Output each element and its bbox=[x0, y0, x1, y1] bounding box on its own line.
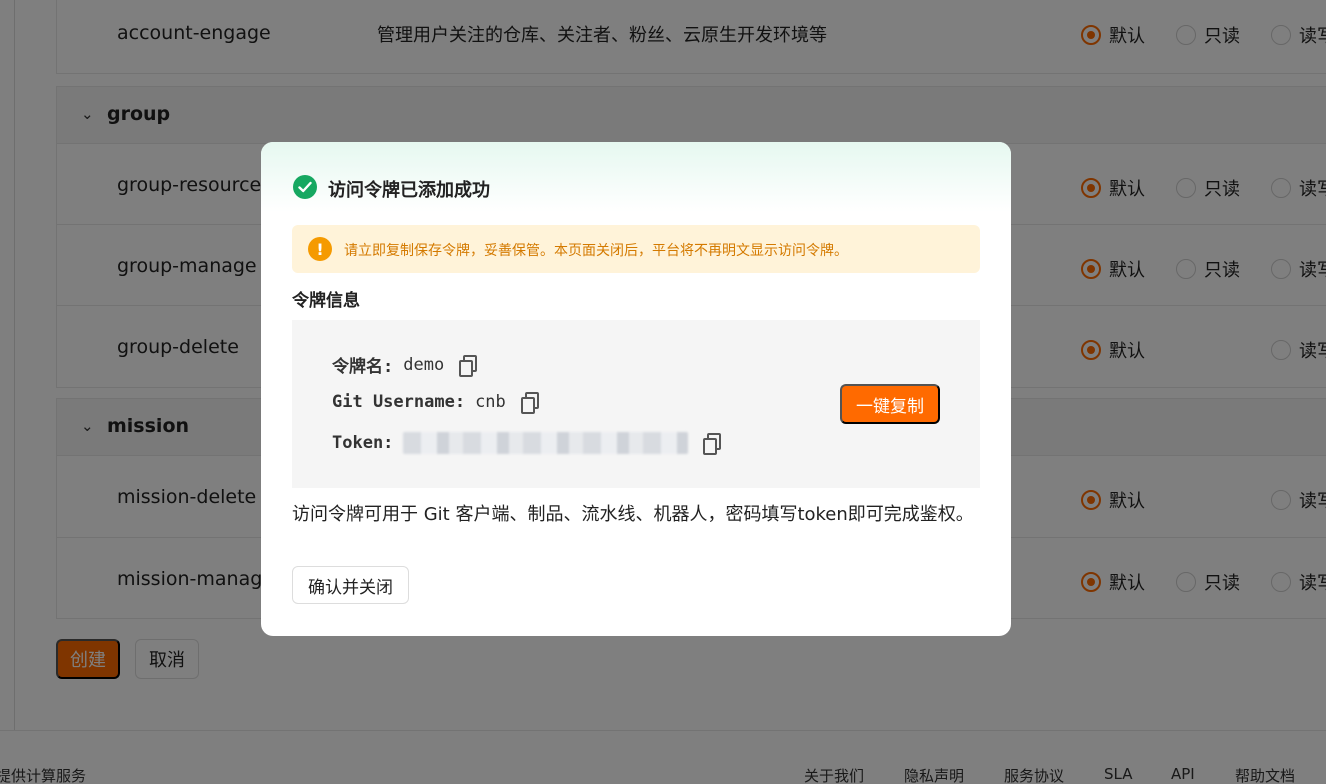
git-username-label: Git Username: bbox=[332, 392, 466, 412]
confirm-close-button[interactable]: 确认并关闭 bbox=[292, 566, 409, 604]
copy-all-button[interactable]: 一键复制 bbox=[840, 384, 940, 424]
check-circle-icon bbox=[293, 175, 317, 199]
copy-icon[interactable] bbox=[520, 392, 539, 414]
warning-text: 请立即复制保存令牌，妥善保管。本页面关闭后，平台将不再明文显示访问令牌。 bbox=[344, 243, 848, 259]
help-text: 访问令牌可用于 Git 客户端、制品、流水线、机器人，密码填写token即可完成… bbox=[292, 504, 974, 525]
warning-icon: ! bbox=[308, 237, 332, 261]
token-name-row: 令牌名: demo bbox=[332, 352, 478, 377]
section-title: 令牌信息 bbox=[292, 291, 360, 311]
token-name-value: demo bbox=[403, 354, 445, 375]
dialog-title: 访问令牌已添加成功 bbox=[328, 180, 490, 201]
token-value-masked bbox=[403, 432, 689, 454]
dialog-header: 访问令牌已添加成功 bbox=[261, 142, 1011, 212]
git-username-row: Git Username: cnb bbox=[332, 392, 539, 414]
copy-icon[interactable] bbox=[458, 354, 478, 377]
token-created-dialog: 访问令牌已添加成功 ! 请立即复制保存令牌，妥善保管。本页面关闭后，平台将不再明… bbox=[261, 142, 1011, 636]
token-info-box: 令牌名: demo Git Username: cnb Token: 一键复制 bbox=[292, 320, 980, 488]
token-name-label: 令牌名: bbox=[332, 357, 394, 377]
copy-icon[interactable] bbox=[702, 433, 722, 455]
token-row: Token: bbox=[332, 432, 722, 455]
token-label: Token: bbox=[332, 433, 394, 453]
git-username-value: cnb bbox=[475, 392, 506, 412]
warning-banner: ! 请立即复制保存令牌，妥善保管。本页面关闭后，平台将不再明文显示访问令牌。 bbox=[292, 225, 980, 273]
